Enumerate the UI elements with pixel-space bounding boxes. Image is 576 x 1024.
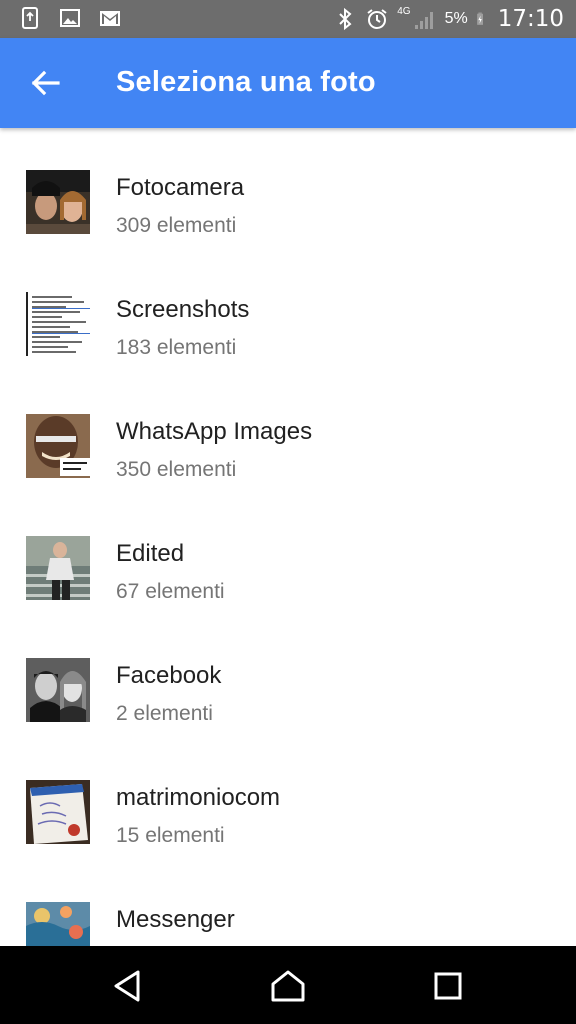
signal-icon xyxy=(414,12,433,29)
alarm-icon xyxy=(367,9,387,29)
back-triangle-icon xyxy=(114,970,140,1002)
album-count: 15 elementi xyxy=(116,824,225,847)
album-name: Fotocamera xyxy=(116,174,245,201)
album-thumbnail xyxy=(26,292,90,356)
battery-charging-icon xyxy=(476,12,483,25)
album-row-whatsapp-images[interactable]: WhatsApp Images 350 elementi xyxy=(0,372,576,494)
album-count: 183 elementi xyxy=(116,336,237,359)
app-bar: Seleziona una foto xyxy=(0,38,576,128)
album-name: Messenger xyxy=(116,906,235,933)
page-title: Seleziona una foto xyxy=(116,66,376,98)
nav-home-button[interactable] xyxy=(264,962,312,1010)
status-bar: 4G 5% 17:10 xyxy=(0,0,576,38)
nav-recents-button[interactable] xyxy=(424,962,472,1010)
album-name: Facebook xyxy=(116,662,222,689)
clock: 17:10 xyxy=(497,6,564,32)
album-thumbnail xyxy=(26,536,90,600)
album-row-messenger[interactable]: Messenger xyxy=(0,860,576,946)
bluetooth-icon xyxy=(339,7,352,31)
album-thumbnail xyxy=(26,658,90,722)
album-row-edited[interactable]: Edited 67 elementi xyxy=(0,494,576,616)
album-thumbnail xyxy=(26,902,90,946)
album-name: matrimoniocom xyxy=(116,784,281,811)
image-icon xyxy=(60,9,80,27)
album-row-fotocamera[interactable]: Fotocamera 309 elementi xyxy=(0,128,576,250)
arrow-back-icon xyxy=(31,70,60,96)
back-button[interactable] xyxy=(22,59,70,107)
network-type: 4G xyxy=(397,5,411,17)
album-row-screenshots[interactable]: Screenshots 183 elementi xyxy=(0,250,576,372)
home-icon xyxy=(271,970,305,1002)
album-row-matrimoniocom[interactable]: matrimoniocom 15 elementi xyxy=(0,738,576,860)
album-count: 67 elementi xyxy=(116,580,225,603)
album-count: 309 elementi xyxy=(116,214,237,237)
album-row-facebook[interactable]: Facebook 2 elementi xyxy=(0,616,576,738)
album-count: 2 elementi xyxy=(116,702,213,725)
album-name: Screenshots xyxy=(116,296,250,323)
recents-icon xyxy=(434,972,462,1000)
album-thumbnail xyxy=(26,170,90,234)
album-name: WhatsApp Images xyxy=(116,418,313,445)
album-thumbnail xyxy=(26,414,90,478)
nav-back-button[interactable] xyxy=(104,962,152,1010)
battery-percent: 5% xyxy=(444,10,468,27)
album-count: 350 elementi xyxy=(116,458,237,481)
screenshot-icon xyxy=(22,7,38,29)
album-list: Fotocamera 309 elementi Screenshots 183 … xyxy=(0,128,576,946)
album-name: Edited xyxy=(116,540,185,567)
album-thumbnail xyxy=(26,780,90,844)
navigation-bar xyxy=(0,946,576,1024)
gmail-icon xyxy=(100,11,120,26)
